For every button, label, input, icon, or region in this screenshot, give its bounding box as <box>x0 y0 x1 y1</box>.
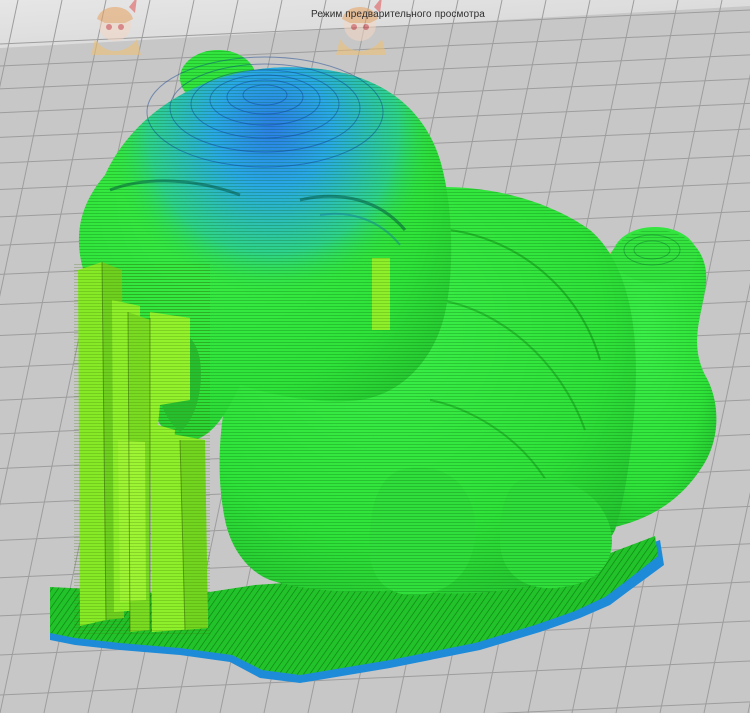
preview-mode-label: Режим предварительного просмотра <box>311 9 485 20</box>
chin-support <box>372 258 390 330</box>
preview-viewport[interactable]: Режим предварительного просмотра <box>0 0 750 713</box>
preview-scene <box>0 0 750 713</box>
support-structures <box>74 262 210 634</box>
